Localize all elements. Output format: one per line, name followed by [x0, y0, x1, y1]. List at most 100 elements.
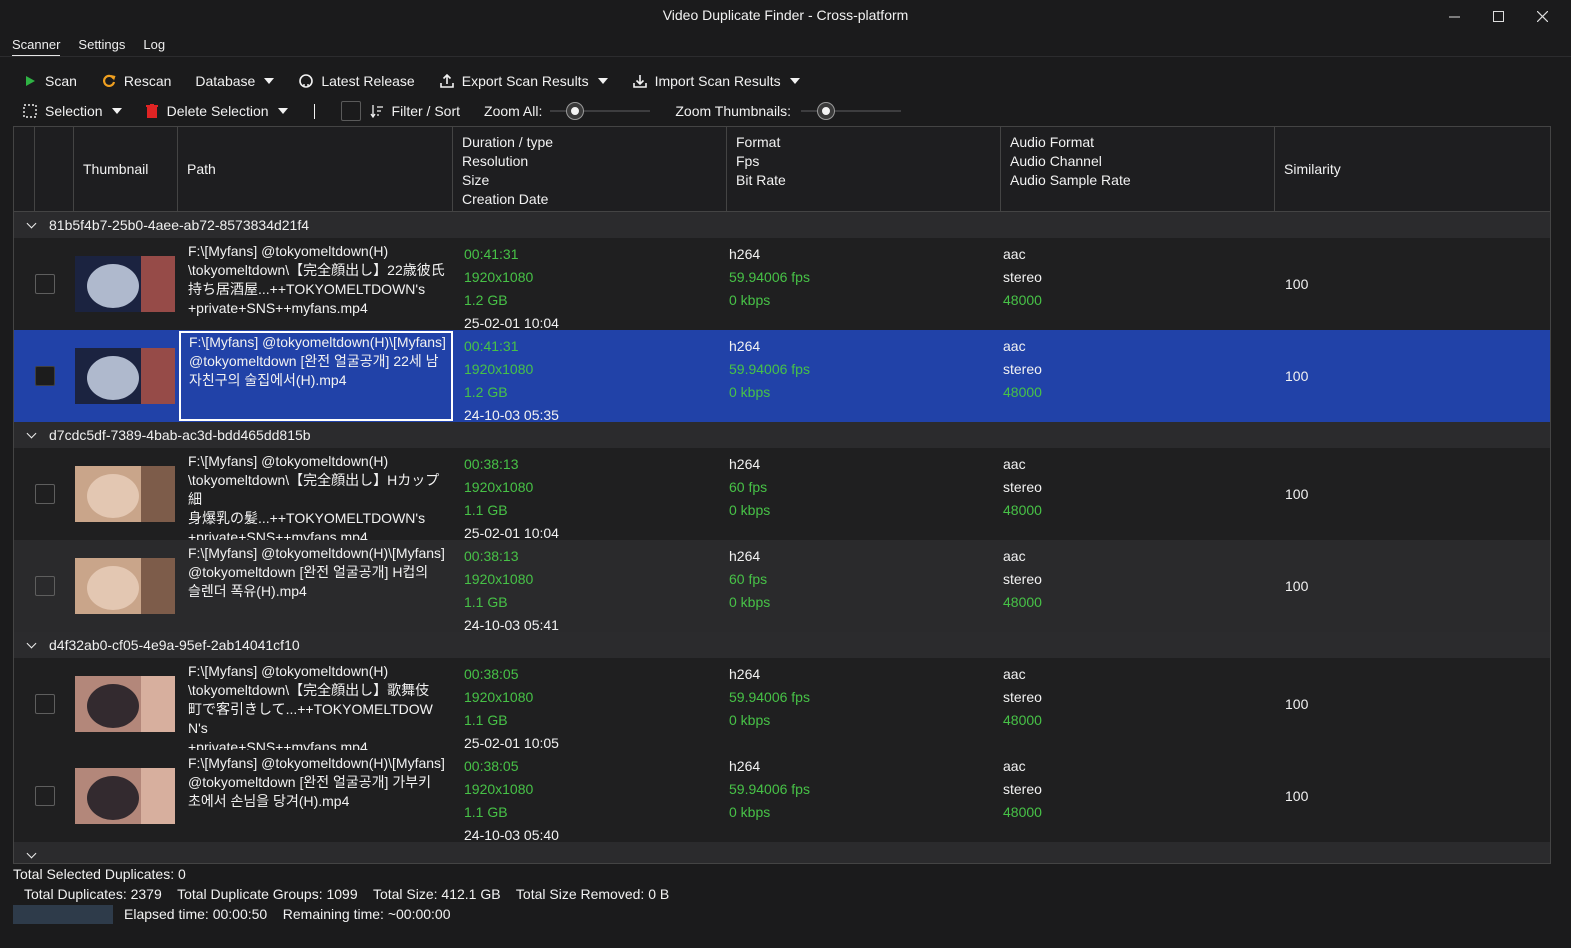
- video-thumbnail[interactable]: [75, 466, 175, 522]
- scan-button[interactable]: Scan: [22, 73, 77, 89]
- file-path[interactable]: F:\[Myfans] @tokyomeltdown(H) \tokyomeltd…: [188, 662, 452, 757]
- duration-cell: 00:38:13 1920x1080 1.1 GB 25-02-01 10:04: [464, 453, 559, 545]
- audio-format: aac: [1003, 246, 1026, 262]
- zoom-all-slider[interactable]: [550, 103, 651, 119]
- chevron-down-icon[interactable]: [26, 638, 37, 648]
- file-path[interactable]: F:\[Myfans] @tokyomeltdown(H)\[Myfans] @t…: [179, 331, 453, 421]
- video-thumbnail[interactable]: [75, 348, 175, 404]
- tab-scanner[interactable]: Scanner: [12, 37, 61, 57]
- row-checkbox[interactable]: [35, 576, 55, 596]
- table-row[interactable]: F:\[Myfans] @tokyomeltdown(H)\[Myfans] @t…: [14, 540, 1550, 633]
- header-thumbnail[interactable]: Thumbnail: [74, 127, 178, 212]
- tab-log[interactable]: Log: [143, 37, 165, 57]
- table-row[interactable]: F:\[Myfans] @tokyomeltdown(H) \tokyomeltd…: [14, 238, 1550, 331]
- group-header[interactable]: d4f32ab0-cf05-4e9a-95ef-2ab14041cf10: [14, 632, 1550, 658]
- database-menu-button[interactable]: Database: [195, 73, 275, 89]
- zoom-all-label: Zoom All:: [484, 103, 543, 119]
- export-scan-results-button[interactable]: Export Scan Results: [439, 73, 608, 89]
- file-path[interactable]: F:\[Myfans] @tokyomeltdown(H)\[Myfans] @t…: [188, 544, 452, 601]
- slider-thumb[interactable]: [818, 103, 835, 119]
- video-thumbnail[interactable]: [75, 768, 175, 824]
- slider-thumb[interactable]: [567, 103, 584, 119]
- delete-selection-label: Delete Selection: [166, 103, 269, 119]
- window-title: Video Duplicate Finder - Cross-platform: [662, 7, 909, 23]
- resolution: 1920x1080: [464, 361, 534, 377]
- header-format[interactable]: Format Fps Bit Rate: [727, 127, 1001, 212]
- path-line: +private+SNS++myfans.mp4: [188, 300, 368, 316]
- table-row[interactable]: F:\[Myfans] @tokyomeltdown(H)\[Myfans] @t…: [14, 750, 1550, 843]
- file-path[interactable]: F:\[Myfans] @tokyomeltdown(H) \tokyomeltd…: [188, 452, 452, 547]
- video-format: h264: [729, 456, 761, 472]
- table-row[interactable]: F:\[Myfans] @tokyomeltdown(H) \tokyomeltd…: [14, 658, 1550, 755]
- play-icon: [22, 73, 38, 89]
- similarity: 100: [1285, 788, 1309, 804]
- row-checkbox[interactable]: [35, 786, 55, 806]
- latest-release-button[interactable]: Latest Release: [298, 73, 415, 89]
- video-format: h264: [729, 666, 761, 682]
- header-path[interactable]: Path: [178, 127, 453, 212]
- title-bar: Video Duplicate Finder - Cross-platform: [0, 0, 1571, 32]
- path-line: @tokyomeltdown [완전 얼굴공개] 가부키: [188, 774, 431, 790]
- row-checkbox[interactable]: [35, 366, 55, 386]
- download-icon: [632, 73, 648, 89]
- main-tabs: Scanner Settings Log: [12, 37, 165, 57]
- duration-cell: 00:38:05 1920x1080 1.1 GB 25-02-01 10:05: [464, 663, 559, 755]
- header-line: Audio Sample Rate: [1010, 172, 1131, 188]
- fps: 59.94006 fps: [729, 689, 810, 705]
- path-line: F:\[Myfans] @tokyomeltdown(H): [188, 243, 389, 259]
- row-checkbox[interactable]: [35, 694, 55, 714]
- header-line: Size: [462, 172, 490, 188]
- selection-menu-button[interactable]: Selection: [22, 103, 122, 119]
- chevron-down-icon[interactable]: [26, 218, 37, 228]
- chevron-down-icon[interactable]: [26, 428, 37, 438]
- tab-divider: [0, 56, 1571, 57]
- file-path[interactable]: F:\[Myfans] @tokyomeltdown(H) \tokyomeltd…: [188, 242, 452, 318]
- bit-rate: 0 kbps: [729, 292, 771, 308]
- row-checkbox[interactable]: [35, 484, 55, 504]
- zoom-thumbnails-label: Zoom Thumbnails:: [675, 103, 792, 119]
- audio-format: aac: [1003, 758, 1026, 774]
- group-header[interactable]: d7cdc5df-7389-4bab-ac3d-bdd465dd815b: [14, 422, 1550, 448]
- tab-settings[interactable]: Settings: [78, 37, 125, 57]
- video-thumbnail[interactable]: [75, 256, 175, 312]
- file-path[interactable]: F:\[Myfans] @tokyomeltdown(H)\[Myfans] @t…: [188, 754, 452, 811]
- path-line: 持ち居酒屋...++TOKYOMELTDOWN's: [188, 281, 426, 297]
- table-row[interactable]: F:\[Myfans] @tokyomeltdown(H)\[Myfans] @t…: [14, 330, 1550, 423]
- rescan-button[interactable]: Rescan: [101, 73, 171, 89]
- close-button[interactable]: [1520, 0, 1564, 32]
- zoom-thumbnails-slider[interactable]: [801, 103, 902, 119]
- format-cell: h264 59.94006 fps 0 kbps: [729, 663, 810, 732]
- table-row[interactable]: F:\[Myfans] @tokyomeltdown(H) \tokyomeltd…: [14, 448, 1550, 545]
- delete-selection-button[interactable]: Delete Selection: [144, 103, 288, 119]
- path-line: 町で客引きして...++TOKYOMELTDOWN's: [188, 701, 433, 736]
- duration-cell: 00:38:13 1920x1080 1.1 GB 24-10-03 05:41: [464, 545, 559, 637]
- import-scan-results-button[interactable]: Import Scan Results: [632, 73, 800, 89]
- group-header[interactable]: [14, 842, 1550, 863]
- filter-sort-button[interactable]: Filter / Sort: [369, 103, 460, 119]
- similarity: 100: [1285, 696, 1309, 712]
- header-similarity[interactable]: Similarity: [1275, 127, 1550, 212]
- video-format: h264: [729, 338, 761, 354]
- format-cell: h264 60 fps 0 kbps: [729, 545, 770, 614]
- header-duration[interactable]: Duration / type Resolution Size Creation…: [453, 127, 727, 212]
- audio-sample-rate: 48000: [1003, 292, 1042, 308]
- scroll-region[interactable]: [1556, 60, 1571, 864]
- audio-cell: aac stereo 48000: [1003, 755, 1042, 824]
- similarity: 100: [1285, 486, 1309, 502]
- group-header[interactable]: 81b5f4b7-25b0-4aee-ab72-8573834d21f4: [14, 212, 1550, 238]
- video-format: h264: [729, 548, 761, 564]
- maximize-button[interactable]: [1476, 0, 1520, 32]
- row-checkbox[interactable]: [35, 274, 55, 294]
- video-thumbnail[interactable]: [75, 676, 175, 732]
- database-label: Database: [195, 73, 256, 89]
- audio-channel: stereo: [1003, 479, 1042, 495]
- total-size-removed: Total Size Removed: 0 B: [515, 886, 670, 902]
- audio-sample-rate: 48000: [1003, 384, 1042, 400]
- header-audio[interactable]: Audio Format Audio Channel Audio Sample …: [1001, 127, 1275, 212]
- minimize-icon: [1448, 16, 1460, 17]
- audio-channel: stereo: [1003, 361, 1042, 377]
- minimize-button[interactable]: [1432, 0, 1476, 32]
- filter-checkbox[interactable]: [340, 101, 361, 121]
- video-thumbnail[interactable]: [75, 558, 175, 614]
- chevron-down-icon[interactable]: [26, 848, 37, 858]
